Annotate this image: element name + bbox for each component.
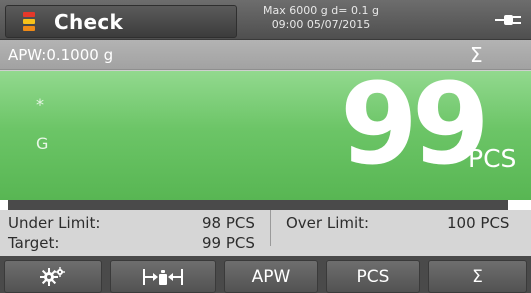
mode-label: Check (54, 9, 124, 34)
weight-display: * G 99 PCS (0, 65, 531, 200)
stable-indicator: * (36, 95, 44, 114)
apw-button-label: APW (251, 266, 291, 287)
tare-icon (141, 267, 185, 287)
over-limit-value: 100 PCS (447, 214, 510, 232)
mode-tab[interactable]: Check (5, 5, 237, 38)
tare-button[interactable] (110, 260, 216, 293)
accumulate-button-label: Σ (472, 266, 483, 287)
apw-readout: APW:0.1000 g (8, 46, 114, 64)
settings-gears-icon (40, 266, 66, 288)
limits-divider (270, 210, 271, 246)
accumulate-button[interactable]: Σ (428, 260, 527, 293)
pcs-button-label: PCS (356, 266, 390, 287)
count-value: 99 (340, 60, 490, 190)
over-limit-label: Over Limit: (286, 214, 370, 232)
apw-button[interactable]: APW (224, 260, 318, 293)
limits-panel: Under Limit: 98 PCS Over Limit: 100 PCS … (0, 210, 531, 256)
settings-button[interactable] (4, 260, 102, 293)
under-limit-label: Under Limit: (8, 214, 101, 232)
count-unit: PCS (468, 144, 517, 173)
target-value: 99 PCS (202, 234, 255, 252)
datetime-text: 09:00 05/07/2015 (271, 18, 371, 31)
pcs-button[interactable]: PCS (326, 260, 420, 293)
softkey-bar: APW PCS Σ (0, 256, 531, 293)
target-label: Target: (8, 234, 60, 252)
scale-spec: Max 6000 g d= 0.1 g 09:00 05/07/2015 (237, 4, 405, 32)
capacity-bar (0, 200, 531, 210)
title-bar: Check Max 6000 g d= 0.1 g 09:00 05/07/20… (0, 0, 531, 40)
power-plug-icon (495, 12, 523, 26)
capacity-bar-fill (8, 200, 508, 210)
capacity-text: Max 6000 g d= 0.1 g (263, 4, 379, 17)
gross-indicator: G (36, 134, 49, 153)
under-limit-value: 98 PCS (202, 214, 255, 232)
check-weighing-icon (18, 11, 40, 33)
